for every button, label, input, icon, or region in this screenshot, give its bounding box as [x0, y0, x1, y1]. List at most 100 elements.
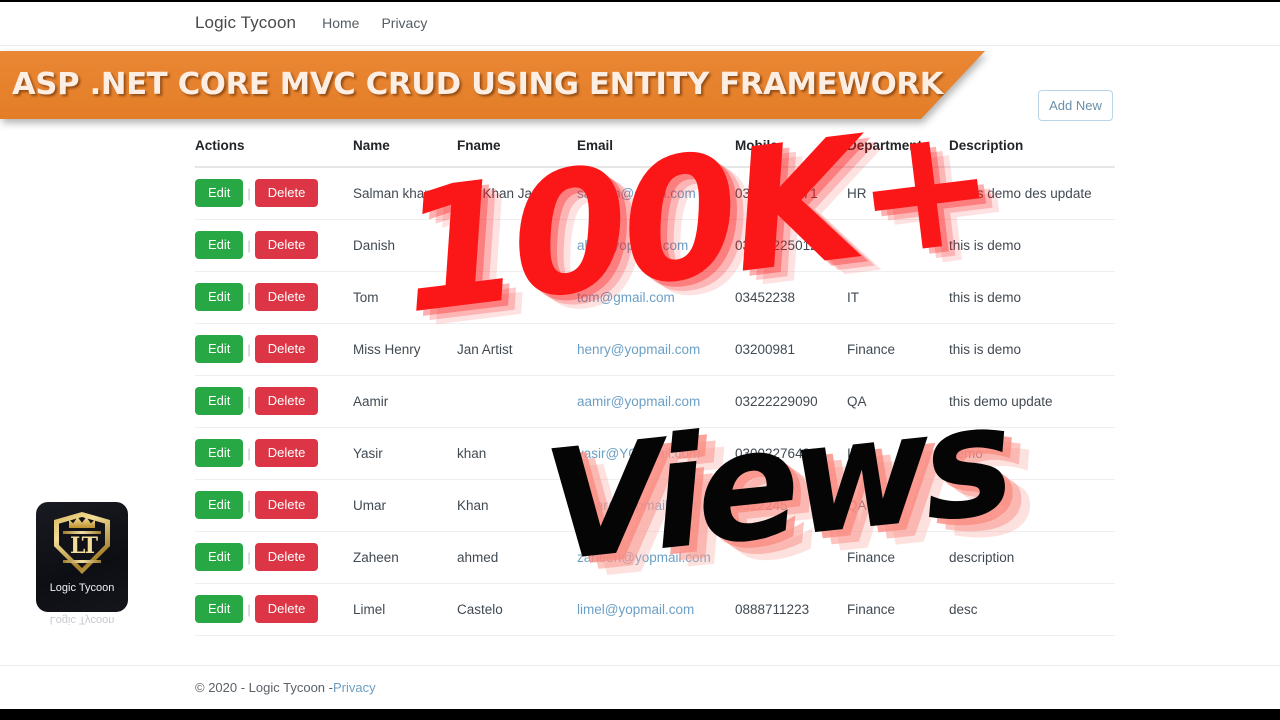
cell-actions: Edit | Delete: [195, 167, 353, 220]
crud-table-body: Edit | Delete Salman khan Jan Khan Jamali sal…: [195, 167, 1115, 636]
table-row: Edit | Delete Limel Castelo limel@yopmail.com…: [195, 583, 1115, 636]
delete-button[interactable]: Delete: [254, 335, 319, 363]
edit-button[interactable]: Edit: [195, 439, 244, 467]
cell-mobile: 0888711223: [735, 583, 847, 636]
cell-actions: Edit | Delete: [195, 531, 353, 584]
logo-bar-bottom: [63, 560, 101, 563]
column-header-mobile: Mobile: [735, 138, 847, 168]
table-row: Edit | Delete Danish abc@yopmail.com 03222225…: [195, 219, 1115, 272]
cell-description: this is demo: [949, 219, 1115, 272]
cell-name: Danish: [353, 219, 457, 272]
title-banner: ASP .NET CORE MVC CRUD USING ENTITY FRAM…: [0, 51, 985, 119]
email-link[interactable]: tom@gmail.com: [577, 290, 675, 305]
cell-fname: Jan Artist: [457, 323, 577, 376]
edit-button[interactable]: Edit: [195, 543, 244, 571]
action-separator: |: [247, 601, 251, 617]
cell-mobile: 03452238: [735, 271, 847, 324]
cell-description: description: [949, 531, 1115, 584]
column-header-department: Department: [847, 138, 949, 168]
edit-button[interactable]: Edit: [195, 283, 244, 311]
cell-email: umar@yopmail.com: [577, 479, 735, 532]
cell-fname: khan: [457, 427, 577, 480]
email-link[interactable]: aamir@yopmail.com: [577, 394, 700, 409]
cell-department: HR: [847, 167, 949, 220]
cell-actions: Edit | Delete: [195, 271, 353, 324]
table-row: Edit | Delete Zaheen ahmed zaheen@yopmail.com…: [195, 531, 1115, 584]
cell-description: this is demo des update: [949, 167, 1115, 220]
cell-mobile: [735, 531, 847, 584]
cell-actions: Edit | Delete: [195, 583, 353, 636]
action-separator: |: [247, 341, 251, 357]
email-link[interactable]: abc@yopmail.com: [577, 238, 688, 253]
nav-link-home[interactable]: Home: [322, 15, 359, 31]
edit-button[interactable]: Edit: [195, 231, 244, 259]
cell-name: Limel: [353, 583, 457, 636]
delete-button[interactable]: Delete: [254, 595, 319, 623]
cell-name: Aamir: [353, 375, 457, 428]
cell-actions: Edit | Delete: [195, 219, 353, 272]
cell-department: QA: [847, 479, 949, 532]
cell-actions: Edit | Delete: [195, 427, 353, 480]
email-link[interactable]: zaheen@yopmail.com: [577, 550, 711, 565]
cell-mobile: 03457860171: [735, 167, 847, 220]
action-separator: |: [247, 289, 251, 305]
action-separator: |: [247, 445, 251, 461]
crud-table-container: Actions Name Fname Email Mobile Departme…: [195, 138, 1115, 636]
cell-email: salman@gmail.com: [577, 167, 735, 220]
action-separator: |: [247, 549, 251, 565]
cell-department: QA: [847, 375, 949, 428]
nav-link-privacy[interactable]: Privacy: [381, 15, 427, 31]
cell-description: [949, 479, 1115, 532]
edit-button[interactable]: Edit: [195, 595, 244, 623]
navbar-brand[interactable]: Logic Tycoon: [195, 13, 296, 33]
cell-email: aamir@yopmail.com: [577, 375, 735, 428]
cell-department: IT: [847, 271, 949, 324]
channel-logo: LT Logic Tycoon Logic Tycoon: [36, 502, 128, 626]
column-header-description: Description: [949, 138, 1115, 168]
footer: © 2020 - Logic Tycoon - Privacy: [0, 665, 1280, 709]
column-header-actions: Actions: [195, 138, 353, 168]
title-banner-shape: ASP .NET CORE MVC CRUD USING ENTITY FRAM…: [0, 51, 985, 119]
edit-button[interactable]: Edit: [195, 335, 244, 363]
footer-privacy-link[interactable]: Privacy: [333, 680, 376, 695]
delete-button[interactable]: Delete: [254, 179, 319, 208]
navbar: Logic Tycoon Home Privacy: [0, 0, 1280, 46]
cell-email: tom@gmail.com: [577, 271, 735, 324]
add-new-button[interactable]: Add New: [1038, 90, 1113, 121]
logo-reflection-text: Logic Tycoon: [49, 614, 115, 626]
table-row: Edit | Delete Miss Henry Jan Artist henry@yop…: [195, 323, 1115, 376]
cell-description: this is demo: [949, 271, 1115, 324]
edit-button[interactable]: Edit: [195, 387, 244, 415]
delete-button[interactable]: Delete: [254, 231, 319, 259]
channel-logo-card: LT Logic Tycoon: [36, 502, 128, 612]
cell-mobile: 03222229090: [735, 375, 847, 428]
column-header-fname: Fname: [457, 138, 577, 168]
cell-name: Umar: [353, 479, 457, 532]
cell-department: Finance: [847, 323, 949, 376]
email-link[interactable]: yasir@YOpmail.com: [577, 446, 700, 461]
action-separator: |: [247, 237, 251, 253]
delete-button[interactable]: Delete: [254, 491, 319, 519]
cell-email: abc@yopmail.com: [577, 219, 735, 272]
cell-description: demo: [949, 427, 1115, 480]
email-link[interactable]: umar@yopmail.com: [577, 498, 697, 513]
delete-button[interactable]: Delete: [254, 283, 319, 311]
cell-fname: Castelo: [457, 583, 577, 636]
delete-button[interactable]: Delete: [254, 439, 319, 467]
cell-email: yasir@YOpmail.com: [577, 427, 735, 480]
cell-name: Tom: [353, 271, 457, 324]
delete-button[interactable]: Delete: [254, 387, 319, 415]
edit-button[interactable]: Edit: [195, 491, 244, 519]
email-link[interactable]: limel@yopmail.com: [577, 602, 694, 617]
cell-fname: Jan: [457, 271, 577, 324]
title-banner-text: ASP .NET CORE MVC CRUD USING ENTITY FRAM…: [12, 67, 944, 102]
cell-actions: Edit | Delete: [195, 323, 353, 376]
cell-fname: [457, 219, 577, 272]
cell-name: Salman khan: [353, 167, 457, 220]
delete-button[interactable]: Delete: [254, 543, 319, 571]
letterbox-bottom-bar: [0, 709, 1280, 720]
edit-button[interactable]: Edit: [195, 179, 244, 208]
email-link[interactable]: henry@yopmail.com: [577, 342, 700, 357]
email-link[interactable]: salman@gmail.com: [577, 186, 696, 201]
cell-mobile: 0322245: [735, 479, 847, 532]
